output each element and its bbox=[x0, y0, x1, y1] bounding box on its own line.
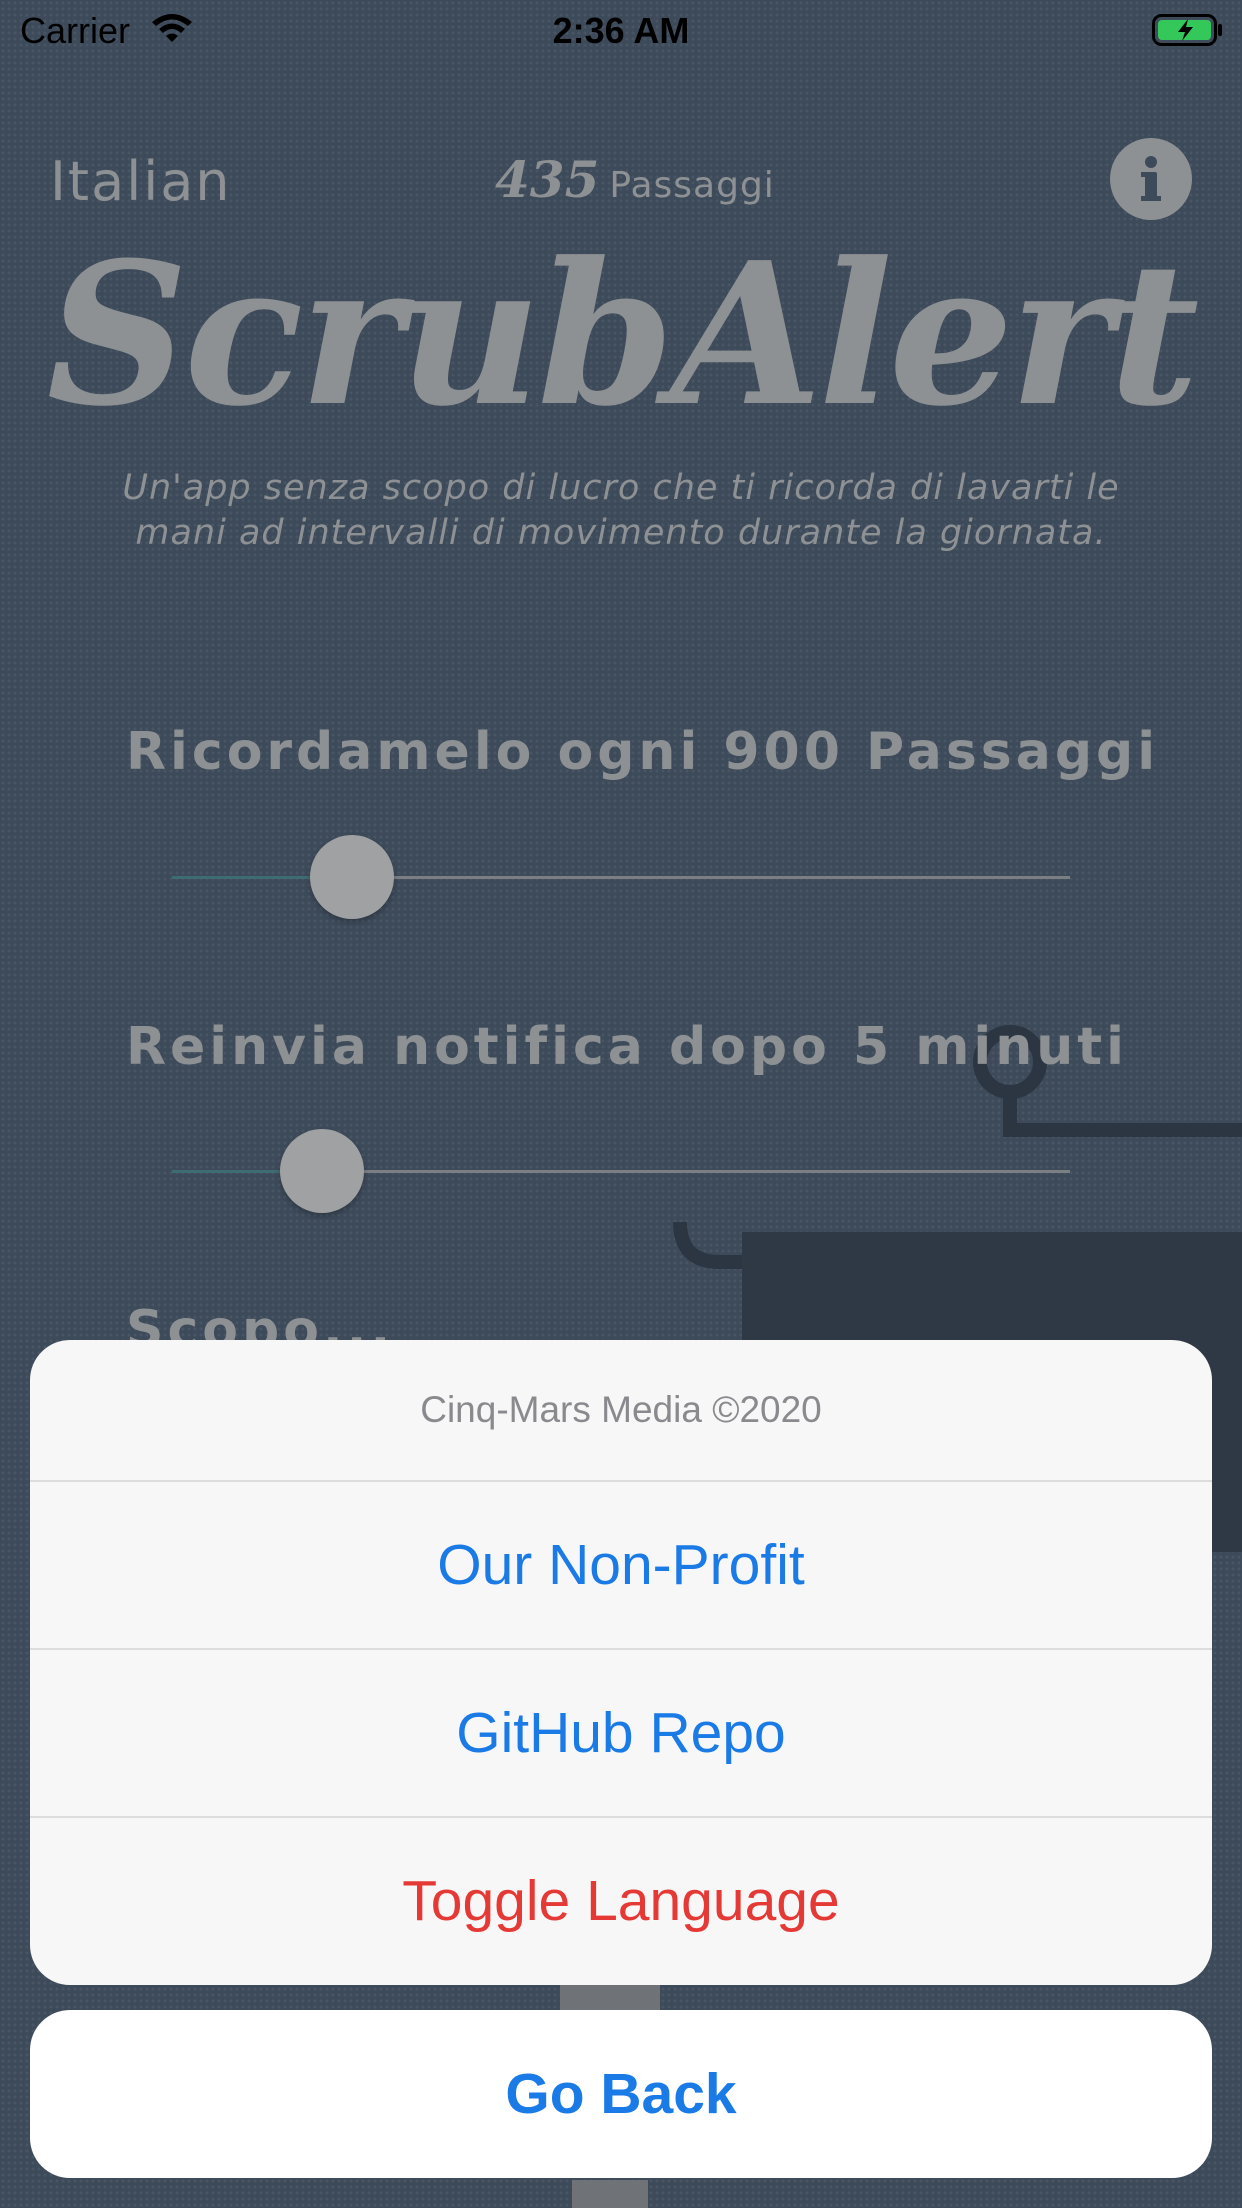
status-time: 2:36 AM bbox=[552, 10, 690, 51]
snooze-slider-thumb[interactable] bbox=[279, 1129, 364, 1213]
step-count: 435 bbox=[495, 150, 600, 209]
app-screen: Carrier 2:36 AM Italian 435 Passaggi Scru… bbox=[0, 0, 1242, 2208]
language-label[interactable]: Italian bbox=[50, 150, 232, 213]
step-unit: Passaggi bbox=[609, 165, 775, 206]
snooze-label: Reinvia notifica dopo 5 minuti bbox=[126, 1017, 1128, 1077]
toggle-language-button[interactable]: Toggle Language bbox=[30, 1818, 1212, 1984]
info-button[interactable] bbox=[1110, 138, 1192, 220]
status-bar: Carrier 2:36 AM bbox=[0, 0, 1242, 62]
action-sheet-title: Cinq-Mars Media ©2020 bbox=[30, 1340, 1212, 1482]
snooze-slider[interactable] bbox=[172, 1129, 1070, 1213]
app-title: ScrubAlert bbox=[46, 220, 1200, 450]
app-subtitle: Un'app senza scopo di lucro che ti ricor… bbox=[122, 468, 1120, 553]
info-icon bbox=[1141, 156, 1161, 201]
battery-charging-icon bbox=[1152, 14, 1222, 46]
non-profit-button[interactable]: Our Non-Profit bbox=[30, 1482, 1212, 1650]
remind-interval-slider[interactable] bbox=[172, 835, 1070, 919]
go-back-button[interactable]: Go Back bbox=[30, 2010, 1212, 2178]
step-counter: 435 Passaggi bbox=[495, 150, 775, 209]
remind-slider-thumb[interactable] bbox=[309, 835, 394, 919]
github-repo-button[interactable]: GitHub Repo bbox=[30, 1650, 1212, 1818]
action-sheet: Cinq-Mars Media ©2020 Our Non-Profit Git… bbox=[30, 1340, 1212, 1985]
remind-interval-label: Ricordamelo ogni 900 Passaggi bbox=[126, 722, 1160, 782]
